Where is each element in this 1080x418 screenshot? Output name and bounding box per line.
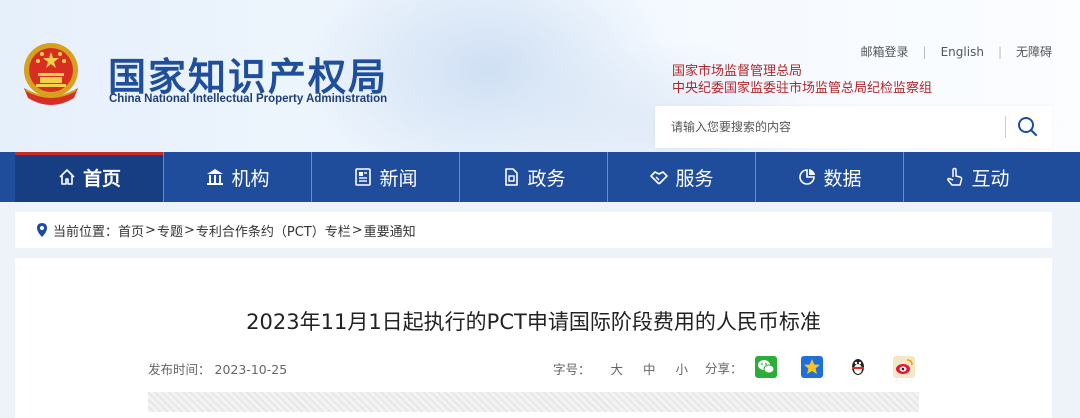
nav-label: 政务: [527, 167, 566, 190]
english-link[interactable]: English: [941, 45, 984, 59]
font-size-small[interactable]: 小: [676, 359, 689, 378]
breadcrumb-prefix: 当前位置：: [53, 224, 119, 240]
breadcrumb-notices[interactable]: 重要通知: [364, 221, 416, 240]
nav-label: 机构: [231, 167, 270, 190]
font-size-controls: 字号： 大 中 小: [553, 359, 688, 378]
share-qzone-button[interactable]: [800, 356, 823, 378]
share-qq-button[interactable]: [847, 356, 869, 378]
home-icon: [59, 169, 75, 185]
newspaper-icon: [355, 168, 372, 186]
pie-chart-icon: [799, 169, 816, 185]
share-bar: 分享：: [705, 356, 915, 378]
search-icon: [1018, 117, 1038, 137]
font-size-large[interactable]: 大: [611, 359, 624, 378]
discipline-inspection-link[interactable]: 中央纪委国家监委驻市场监管总局纪检监察组: [672, 80, 932, 97]
wechat-icon: [754, 356, 777, 378]
search-input[interactable]: [655, 106, 1011, 148]
nav-label: 服务: [675, 167, 714, 190]
location-pin-icon: [37, 223, 47, 237]
toplink-divider: |: [922, 44, 927, 59]
national-emblem-icon: [24, 43, 78, 105]
breadcrumb-separator: >: [351, 222, 363, 238]
font-size-medium[interactable]: 中: [643, 359, 656, 378]
breadcrumb-topics[interactable]: 专题: [157, 221, 183, 240]
search-button[interactable]: [1013, 114, 1043, 140]
breadcrumb: 当前位置： 首页 > 专题 > 专利合作条约（PCT）专栏 > 重要通知: [15, 212, 1052, 248]
nav-item-interaction[interactable]: 互动: [903, 152, 1051, 202]
qzone-star-icon: [800, 356, 823, 378]
share-wechat-button[interactable]: [754, 356, 777, 378]
hand-pointer-icon: [947, 167, 963, 186]
accessibility-link[interactable]: 无障碍: [1016, 43, 1052, 60]
site-header: 国家知识产权局 China National Intellectual Prop…: [0, 0, 1080, 152]
search-divider: [1005, 116, 1006, 138]
toplink-divider: |: [997, 44, 1002, 59]
breadcrumb-home[interactable]: 首页: [118, 221, 144, 240]
nav-item-services[interactable]: 服务: [607, 152, 755, 202]
building-icon: [207, 169, 224, 185]
site-logo-subtitle: China National Intellectual Property Adm…: [109, 93, 388, 105]
top-links: 邮箱登录 | English | 无障碍: [861, 43, 1052, 60]
publish-date: 2023-10-25: [214, 362, 288, 377]
samr-link[interactable]: 国家市场监督管理总局: [672, 63, 932, 80]
qq-penguin-icon: [851, 359, 864, 375]
breadcrumb-separator: >: [145, 222, 156, 238]
breadcrumb-pct-column[interactable]: 专利合作条约（PCT）专栏: [196, 221, 351, 240]
nav-label: 互动: [971, 167, 1010, 190]
nav-item-news[interactable]: 新闻: [311, 152, 459, 202]
share-weibo-button[interactable]: [892, 356, 915, 378]
search-box: [655, 106, 1052, 148]
document-icon: [505, 168, 519, 186]
main-nav: 首页 机构 新闻 政务 服务 数据 互动: [0, 152, 1080, 202]
nav-item-organization[interactable]: 机构: [163, 152, 311, 202]
nav-label: 首页: [82, 167, 121, 190]
article-divider-band: [148, 392, 919, 412]
mail-login-link[interactable]: 邮箱登录: [861, 43, 909, 60]
handshake-icon: [650, 171, 669, 185]
parent-org-links: 国家市场监督管理总局 中央纪委国家监委驻市场监管总局纪检监察组: [672, 63, 932, 97]
share-label: 分享：: [705, 360, 743, 376]
weibo-icon: [892, 356, 915, 378]
font-size-label: 字号：: [553, 362, 591, 377]
publish-info: 发布时间： 2023-10-25: [148, 359, 287, 378]
nav-item-data[interactable]: 数据: [755, 152, 903, 202]
publish-label: 发布时间：: [148, 362, 211, 377]
nav-label: 新闻: [379, 167, 418, 190]
nav-label: 数据: [823, 167, 862, 190]
article-title: 2023年11月1日起执行的PCT申请国际阶段费用的人民币标准: [246, 310, 821, 334]
nav-item-home[interactable]: 首页: [15, 152, 163, 202]
article-card: 2023年11月1日起执行的PCT申请国际阶段费用的人民币标准 发布时间： 20…: [15, 258, 1052, 418]
breadcrumb-separator: >: [183, 222, 195, 238]
nav-item-government-affairs[interactable]: 政务: [459, 152, 607, 202]
